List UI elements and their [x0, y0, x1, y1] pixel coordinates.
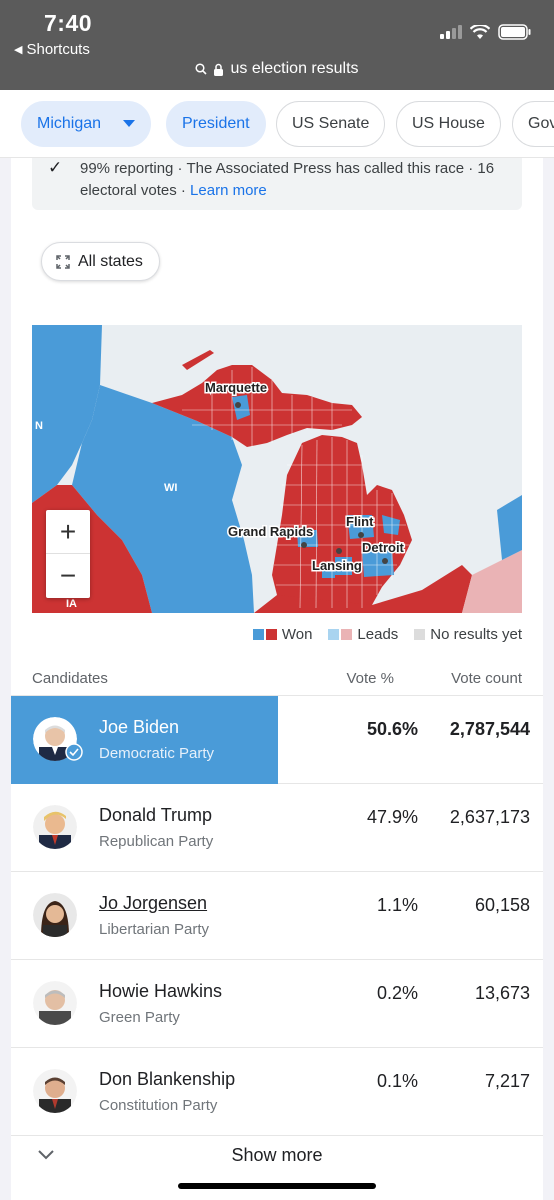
results-table: Joe Biden Democratic Party 50.6% 2,787,5…	[11, 695, 543, 1136]
candidate-name: Don Blankenship	[99, 1069, 236, 1089]
vote-pct: 47.9%	[366, 807, 418, 827]
map-legend: Won Leads No results yet	[252, 626, 522, 643]
status-icons	[440, 24, 532, 40]
wifi-icon	[470, 24, 490, 39]
table-row[interactable]: Donald Trump Republican Party 47.9% 2,63…	[11, 784, 543, 872]
results-table-header: Candidates Vote % Vote count	[32, 666, 522, 694]
legend-won-label: Won	[281, 626, 313, 643]
map-label-lansing: Lansing	[312, 558, 362, 573]
race-status-box: ✓ 99% reporting · The Associated Press h…	[32, 158, 522, 210]
candidate-name: Donald Trump	[99, 805, 213, 825]
vote-count: 2,637,173	[449, 807, 530, 827]
chip-us-senate[interactable]: US Senate	[276, 101, 386, 147]
checkmark-icon: ✓	[48, 158, 63, 177]
header-vote-count: Vote count	[451, 670, 522, 687]
status-time: 7:40	[44, 10, 93, 36]
candidate-party: Republican Party	[99, 833, 214, 850]
chip-label: US House	[412, 115, 485, 132]
chip-us-house[interactable]: US House	[396, 101, 501, 147]
chip-governor[interactable]: Gov	[512, 101, 554, 147]
vote-count: 2,787,544	[449, 719, 530, 739]
cellular-signal-icon	[440, 25, 462, 39]
legend-leads: Leads	[328, 626, 398, 643]
vote-count: 7,217	[484, 1071, 530, 1091]
url-bar[interactable]: us election results	[0, 60, 554, 78]
candidate-name: Jo Jorgensen	[99, 893, 208, 913]
no-results-swatch	[414, 629, 426, 640]
table-row[interactable]: Howie Hawkins Green Party 0.2% 13,673	[11, 960, 543, 1048]
zoom-in-button[interactable]: +	[46, 510, 90, 554]
url-text: us election results	[230, 60, 359, 77]
chip-state-michigan[interactable]: Michigan	[21, 101, 152, 147]
map-label-mn: N	[35, 420, 43, 432]
home-indicator	[178, 1183, 376, 1189]
zoom-out-button[interactable]: −	[46, 554, 90, 598]
candidate-party: Libertarian Party	[99, 921, 210, 938]
map-label-detroit: Detroit	[362, 540, 405, 555]
learn-more-link[interactable]: Learn more	[190, 182, 267, 199]
legend-leads-label: Leads	[357, 626, 399, 643]
search-icon	[195, 63, 208, 75]
vote-count: 60,158	[474, 895, 530, 915]
header-vote-pct: Vote %	[346, 670, 394, 687]
dem-leads-swatch	[328, 629, 340, 640]
avatar	[33, 893, 77, 937]
rep-leads-swatch	[341, 629, 353, 640]
michigan-county-map: Marquette Grand Rapids Flint Detroit Lan…	[32, 325, 522, 613]
filter-chip-bar: Michigan President US Senate US House Go…	[0, 90, 554, 158]
all-states-button[interactable]: All states	[41, 242, 160, 281]
map-label-ia: IA	[66, 598, 77, 610]
back-label: Shortcuts	[26, 41, 90, 58]
vote-pct: 0.1%	[376, 1071, 418, 1091]
candidate-party: Constitution Party	[99, 1097, 218, 1114]
results-card: ✓ 99% reporting · The Associated Press h…	[11, 158, 543, 1200]
legend-no-results: No results yet	[414, 626, 522, 643]
vote-count: 13,673	[474, 983, 530, 1003]
table-row[interactable]: Jo Jorgensen Libertarian Party 1.1% 60,1…	[11, 872, 543, 960]
candidate-party: Democratic Party	[99, 745, 215, 762]
expand-icon	[56, 254, 70, 269]
battery-icon	[498, 24, 531, 40]
vote-pct: 50.6%	[366, 719, 418, 739]
back-to-shortcuts-link[interactable]: ◀ Shortcuts	[14, 41, 90, 58]
chip-label: President	[182, 115, 250, 132]
back-triangle-icon: ◀	[14, 44, 23, 56]
race-status-text: 99% reporting · The Associated Press has…	[80, 158, 520, 202]
candidate-party: Green Party	[99, 1009, 180, 1026]
legend-won: Won	[252, 626, 313, 643]
map-label-flint: Flint	[346, 514, 374, 529]
show-more-button[interactable]: Show more	[11, 1143, 543, 1200]
avatar	[33, 805, 77, 849]
chip-president[interactable]: President	[166, 101, 266, 147]
dem-won-swatch	[252, 629, 264, 640]
table-row[interactable]: Don Blankenship Constitution Party 0.1% …	[11, 1048, 543, 1136]
race-status-detail: 99% reporting · The Associated Press has…	[80, 160, 495, 199]
avatar	[33, 981, 77, 1025]
dropdown-arrow-icon	[123, 120, 136, 127]
chip-label: Gov	[528, 115, 554, 132]
map-label-marquette: Marquette	[205, 380, 267, 395]
election-map[interactable]: Marquette Grand Rapids Flint Detroit Lan…	[32, 325, 522, 613]
show-more-label: Show more	[231, 1145, 323, 1165]
map-zoom-controls: + −	[46, 510, 90, 598]
candidate-name: Joe Biden	[99, 717, 180, 737]
table-row[interactable]: Joe Biden Democratic Party 50.6% 2,787,5…	[11, 696, 543, 784]
vote-pct: 1.1%	[376, 895, 418, 915]
header-candidates: Candidates	[32, 670, 108, 687]
lock-icon	[214, 63, 224, 76]
map-label-grand-rapids: Grand Rapids	[228, 524, 313, 539]
chip-label: US Senate	[292, 115, 370, 132]
vote-pct: 0.2%	[376, 983, 418, 1003]
candidate-name: Howie Hawkins	[99, 981, 223, 1001]
winner-check-icon	[65, 743, 83, 761]
browser-top-bar: 7:40 ◀ Shortcuts us election results	[0, 0, 554, 90]
avatar	[33, 1069, 77, 1113]
rep-won-swatch	[265, 629, 277, 640]
map-label-wi: WI	[164, 482, 177, 494]
legend-no-results-label: No results yet	[430, 626, 522, 643]
all-states-label: All states	[78, 252, 143, 270]
chip-label: Michigan	[37, 115, 102, 132]
